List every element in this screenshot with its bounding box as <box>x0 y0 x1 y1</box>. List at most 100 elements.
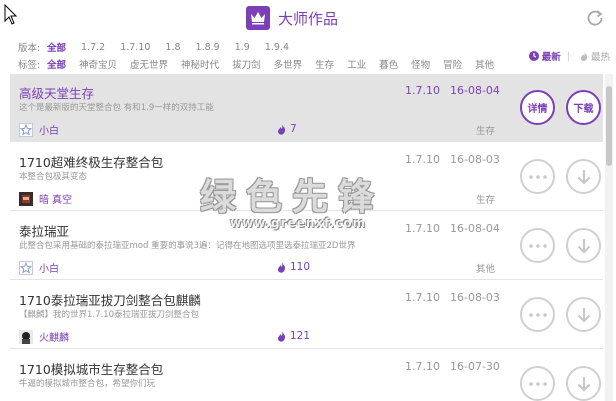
flame-icon <box>278 330 286 342</box>
more-dots-icon <box>528 381 547 386</box>
more-button[interactable] <box>520 297 555 332</box>
item-description: 牛逼的模拟城市整合包，希望你们玩 <box>19 379 156 389</box>
item-date: 16-08-04 <box>450 222 500 235</box>
tag-option-industry[interactable]: 工业 <box>347 57 366 71</box>
page-title: 大师作品 <box>278 9 339 28</box>
item-name: 1710泰拉瑞亚拔刀剑整合包麒麟 <box>19 293 201 308</box>
item-description: 本整合包极其变态 <box>19 172 88 182</box>
version-filter-label: 版本: <box>18 43 41 54</box>
tag-option-slashblade[interactable]: 拔刀剑 <box>232 57 261 71</box>
item-name: 高级天堂生存 <box>19 86 95 101</box>
author-name: 小白 <box>39 126 59 137</box>
item-date: 16-07-30 <box>450 360 500 373</box>
tag-option-other[interactable]: 其他 <box>475 57 494 71</box>
item-date: 16-08-03 <box>450 153 500 166</box>
item-tag: 其他 <box>475 264 495 275</box>
download-arrow-icon <box>577 238 590 254</box>
download-button[interactable] <box>566 228 601 263</box>
item-author[interactable]: 暗 真空 <box>19 191 72 206</box>
version-option-all[interactable]: 全部 <box>47 40 66 54</box>
sort-newest-label: 最新 <box>541 52 561 63</box>
like-count: 110 <box>290 261 311 273</box>
tag-option-monster[interactable]: 怪物 <box>411 57 430 71</box>
detail-button[interactable]: 详情 <box>520 90 555 125</box>
item-tag: 生存 <box>475 126 495 137</box>
title-group: 大师作品 <box>246 6 338 30</box>
download-arrow-icon <box>577 169 590 185</box>
modpack-list: 高级天堂生存 这个是最新版的天堂整合包 有和1.9一样的双持工能 1.7.10 … <box>10 74 603 401</box>
list-item[interactable]: 1710泰拉瑞亚拔刀剑整合包麒麟 【麒麟】我的世界1.7.10泰拉瑞亚拔刀剑整合… <box>10 281 603 349</box>
download-button[interactable] <box>566 366 601 401</box>
list-item[interactable]: 泰拉瑞亚 此整合包采用基础的泰拉瑞亚mod 重要的事说3遍：记得在地图选项里选泰… <box>10 212 603 280</box>
item-description: 这个是最新版的天堂整合包 有和1.9一样的双持工能 <box>19 103 214 113</box>
item-likes: 7 <box>277 123 297 135</box>
item-version: 1.7.10 <box>405 84 440 97</box>
tag-option-twilight[interactable]: 暮色 <box>379 57 398 71</box>
more-dots-icon <box>528 174 547 179</box>
tag-option-survival[interactable]: 生存 <box>315 57 334 71</box>
sort-options: 最新 | 最热 <box>528 49 610 63</box>
item-name: 1710模拟城市生存整合包 <box>19 362 164 377</box>
tag-option-all[interactable]: 全部 <box>47 57 66 71</box>
item-version: 1.7.10 <box>405 291 440 304</box>
version-option-1.7.2[interactable]: 1.7.2 <box>81 42 105 53</box>
vertical-scrollbar[interactable] <box>605 74 613 401</box>
tag-option-thaumcraft[interactable]: 神秘时代 <box>181 57 219 71</box>
item-author[interactable]: 小白 <box>19 122 59 137</box>
sort-newest[interactable]: 最新 <box>528 49 561 63</box>
item-name: 泰拉瑞亚 <box>19 224 70 239</box>
item-version: 1.7.10 <box>405 153 440 166</box>
more-dots-icon <box>528 243 547 248</box>
tag-option-adventure[interactable]: 冒险 <box>443 57 462 71</box>
flame-icon <box>580 51 588 61</box>
tag-filter: 标签: 全部 神奇宝贝 虚无世界 神秘时代 拔刀剑 多世界 生存 工业 暮色 怪… <box>18 56 507 72</box>
item-name: 1710超难终极生存整合包 <box>19 155 164 170</box>
version-option-1.7.10[interactable]: 1.7.10 <box>120 42 150 53</box>
sort-divider: | <box>566 50 570 62</box>
star-avatar-icon <box>19 122 33 137</box>
item-author[interactable]: 火麒麟 <box>19 329 69 344</box>
item-likes: 110 <box>277 261 310 273</box>
tag-option-pokemon[interactable]: 神奇宝贝 <box>79 57 117 71</box>
header-bar: 大师作品 <box>0 0 616 38</box>
list-item[interactable]: 1710超难终极生存整合包 本整合包极其变态 1.7.10 16-08-03 暗… <box>10 143 603 211</box>
item-version: 1.7.10 <box>405 360 440 373</box>
item-date: 16-08-04 <box>450 84 500 97</box>
item-description: 【麒麟】我的世界1.7.10泰拉瑞亚拔刀剑整合包 <box>19 310 200 320</box>
item-description: 此整合包采用基础的泰拉瑞亚mod 重要的事说3遍：记得在地图选项里选泰拉瑞亚2D… <box>19 241 356 251</box>
more-button[interactable] <box>520 228 555 263</box>
scrollbar-thumb[interactable] <box>606 86 612 166</box>
list-item[interactable]: 1710模拟城市生存整合包 牛逼的模拟城市整合包，希望你们玩 1.7.10 16… <box>10 350 603 401</box>
item-tag: 生存 <box>475 195 495 206</box>
tag-filter-label: 标签: <box>18 60 41 71</box>
refresh-icon[interactable] <box>586 9 604 27</box>
version-option-1.9[interactable]: 1.9 <box>235 42 250 53</box>
version-option-1.8.9[interactable]: 1.8.9 <box>196 42 220 53</box>
version-option-1.8[interactable]: 1.8 <box>165 42 180 53</box>
version-filter: 版本: 全部 1.7.2 1.7.10 1.8 1.8.9 1.9 1.9.4 <box>18 39 304 55</box>
clock-icon <box>528 51 539 61</box>
tag-option-void-world[interactable]: 虚无世界 <box>130 57 168 71</box>
download-button[interactable]: 下载 <box>566 90 601 125</box>
star-avatar-icon <box>19 260 33 275</box>
avatar <box>19 329 33 344</box>
version-option-1.9.4[interactable]: 1.9.4 <box>265 42 289 53</box>
crown-icon <box>246 6 270 30</box>
download-arrow-icon <box>577 307 590 323</box>
download-arrow-icon <box>577 376 590 392</box>
list-item[interactable]: 高级天堂生存 这个是最新版的天堂整合包 有和1.9一样的双持工能 1.7.10 … <box>10 74 603 142</box>
download-button[interactable] <box>566 297 601 332</box>
item-version: 1.7.10 <box>405 222 440 235</box>
tag-option-multiworld[interactable]: 多世界 <box>274 57 303 71</box>
more-button[interactable] <box>520 159 555 194</box>
more-dots-icon <box>528 312 547 317</box>
author-name: 小白 <box>39 264 59 275</box>
avatar <box>19 191 33 206</box>
download-button[interactable] <box>566 159 601 194</box>
item-author[interactable]: 小白 <box>19 260 59 275</box>
flame-icon <box>278 123 286 135</box>
author-name: 暗 真空 <box>39 195 73 206</box>
sort-hot-label: 最热 <box>590 52 610 63</box>
sort-hot[interactable]: 最热 <box>580 49 610 63</box>
more-button[interactable] <box>520 366 555 401</box>
